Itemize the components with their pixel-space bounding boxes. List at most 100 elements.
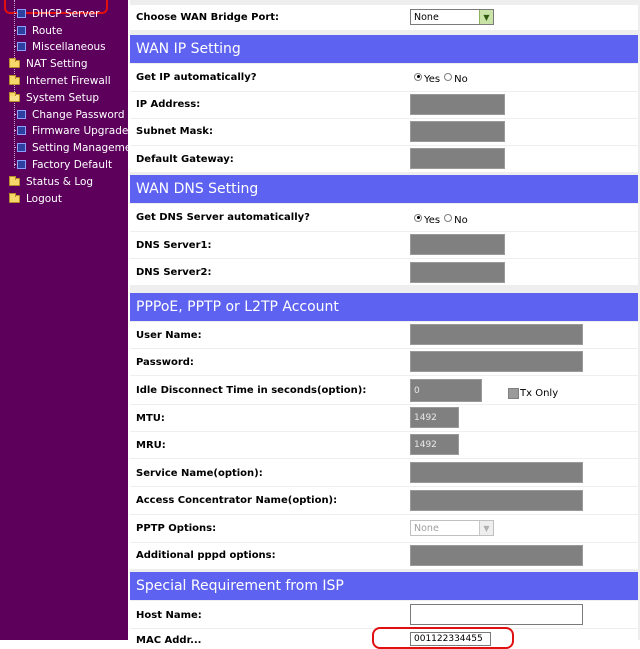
yes-label: Yes	[424, 74, 441, 85]
access-concentrator-label: Access Concentrator Name(option):	[136, 495, 338, 506]
service-name-field[interactable]	[410, 462, 583, 483]
host-name-label: Host Name:	[136, 610, 202, 621]
sidebar-item-label: NAT Setting	[26, 57, 88, 70]
section-wan-dns: WAN DNS Setting	[130, 175, 638, 203]
sidebar-item-factory-default[interactable]: Factory Default	[13, 156, 112, 173]
get-dns-auto-label: Get DNS Server automatically?	[136, 212, 310, 223]
folder-icon	[9, 74, 20, 85]
sidebar-item-label: DHCP Server	[32, 7, 100, 20]
mru-label: MRU:	[136, 440, 166, 451]
sidebar-item-status-log[interactable]: Status & Log	[9, 173, 93, 190]
mtu-label: MTU:	[136, 413, 165, 424]
subnet-mask-field[interactable]	[410, 121, 505, 142]
pptp-options-label: PPTP Options:	[136, 523, 217, 534]
folder-icon	[9, 175, 20, 186]
sidebar-item-label: Internet Firewall	[26, 74, 111, 87]
sidebar-item-firmware-upgrade[interactable]: Firmware Upgrade	[13, 122, 129, 139]
subnet-mask-label: Subnet Mask:	[136, 126, 213, 137]
pppd-options-label: Additional pppd options:	[136, 550, 276, 561]
form-row	[130, 405, 638, 431]
mru-value: 1492	[414, 439, 437, 450]
sidebar-item-label: Setting Management	[32, 141, 143, 154]
folder-icon	[9, 192, 20, 203]
yes-radio[interactable]	[414, 213, 422, 222]
dns-server2-label: DNS Server2:	[136, 267, 212, 278]
pppd-options-field[interactable]	[410, 545, 583, 566]
dns-server1-field[interactable]	[410, 234, 505, 255]
service-name-label: Service Name(option):	[136, 468, 263, 479]
wan-bridge-select[interactable]: None ▼	[410, 9, 494, 25]
section-title: Special Requirement from ISP	[136, 578, 344, 594]
dns-server1-label: DNS Server1:	[136, 240, 212, 251]
ip-address-field[interactable]	[410, 94, 505, 115]
page-icon	[17, 143, 26, 152]
access-concentrator-field[interactable]	[410, 490, 583, 511]
sidebar-item-route[interactable]: Route	[13, 22, 63, 39]
sidebar-item-nat-setting[interactable]: NAT Setting	[9, 55, 88, 72]
user-name-label: User Name:	[136, 330, 202, 341]
idle-disconnect-label: Idle Disconnect Time in seconds(option):	[136, 385, 367, 396]
mac-address-label: MAC Addr...	[136, 635, 202, 646]
page-icon	[17, 126, 26, 135]
tx-only-label: Tx Only	[520, 388, 559, 399]
wan-bridge-label: Choose WAN Bridge Port:	[136, 12, 280, 23]
idle-disconnect-value: 0	[414, 385, 420, 396]
no-radio[interactable]	[444, 72, 453, 81]
sidebar-item-label: Change Password	[32, 108, 125, 121]
sidebar-item-dhcp-server[interactable]: DHCP Server	[13, 5, 100, 22]
get-ip-radio-group: Yes No	[414, 72, 468, 85]
sidebar-item-miscellaneous[interactable]: Miscellaneous	[14, 38, 106, 55]
page-icon	[17, 26, 26, 35]
sidebar-item-label: Miscellaneous	[32, 40, 106, 53]
mru-field[interactable]: 1492	[410, 434, 459, 455]
yes-radio[interactable]	[414, 72, 422, 81]
sidebar-nav: DHCP Server Route Miscellaneous NAT Sett…	[0, 0, 142, 640]
section-isp: Special Requirement from ISP	[130, 572, 638, 600]
default-gateway-label: Default Gateway:	[136, 154, 234, 165]
wan-bridge-value: None	[414, 11, 439, 23]
sidebar-item-internet-firewall[interactable]: Internet Firewall	[9, 72, 111, 89]
folder-icon	[9, 57, 20, 68]
sidebar-item-system-setup[interactable]: System Setup	[9, 89, 99, 106]
section-title: WAN IP Setting	[136, 41, 241, 57]
host-name-field[interactable]	[410, 604, 583, 625]
mtu-field[interactable]: 1492	[410, 407, 459, 428]
sidebar-item-label: Route	[32, 24, 63, 37]
user-name-field[interactable]	[410, 324, 583, 345]
ip-address-label: IP Address:	[136, 99, 201, 110]
section-title: PPPoE, PPTP or L2TP Account	[136, 299, 339, 315]
sidebar-item-label: System Setup	[26, 91, 100, 104]
default-gateway-field[interactable]	[410, 148, 505, 169]
yes-label: Yes	[424, 215, 441, 226]
password-field[interactable]	[410, 351, 583, 372]
page-icon	[17, 110, 26, 119]
page-icon	[17, 9, 26, 18]
section-pppoe: PPPoE, PPTP or L2TP Account	[130, 293, 638, 321]
highlight-marker	[372, 627, 514, 649]
sidebar-item-label: Status & Log	[26, 175, 94, 188]
sidebar-item-label: Logout	[26, 192, 62, 205]
get-ip-auto-label: Get IP automatically?	[136, 72, 257, 83]
idle-disconnect-field[interactable]: 0	[410, 379, 482, 402]
form-row	[130, 92, 638, 118]
page-icon	[17, 160, 26, 169]
pptp-options-value: None	[414, 522, 439, 534]
sidebar-item-setting-management[interactable]: Setting Management	[13, 139, 143, 156]
tx-only-checkbox[interactable]: Tx Only	[508, 388, 558, 399]
sidebar-item-logout[interactable]: Logout	[9, 190, 62, 207]
mtu-value: 1492	[414, 412, 437, 423]
checkbox-icon	[508, 388, 519, 399]
page-icon	[17, 42, 26, 51]
sidebar-item-label: Firmware Upgrade	[32, 124, 129, 137]
section-wan-ip: WAN IP Setting	[130, 35, 638, 63]
dns-server2-field[interactable]	[410, 262, 505, 283]
chevron-down-icon: ▼	[479, 521, 493, 535]
section-title: WAN DNS Setting	[136, 181, 259, 197]
form-row	[130, 432, 638, 458]
password-label: Password:	[136, 357, 194, 368]
chevron-down-icon: ▼	[479, 10, 493, 24]
no-radio[interactable]	[444, 213, 453, 222]
folder-open-icon	[9, 91, 20, 102]
pptp-options-select[interactable]: None ▼	[410, 520, 494, 536]
sidebar-item-change-password[interactable]: Change Password	[14, 106, 125, 123]
